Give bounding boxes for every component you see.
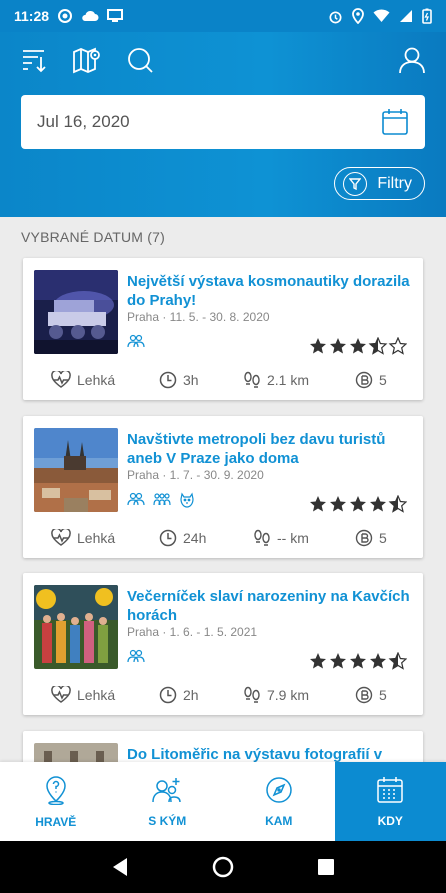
coin-icon xyxy=(355,371,373,389)
event-meta: Praha · 1. 6. - 1. 5. 2021 xyxy=(127,625,258,639)
heart-rate-icon xyxy=(51,371,71,388)
dog-icon xyxy=(180,492,194,508)
event-meta: Praha · 1. 7. - 30. 9. 2020 xyxy=(127,468,264,482)
event-thumbnail xyxy=(34,585,118,669)
bottom-navigation: HRAVĚ S KÝM KAM KDY xyxy=(0,762,446,841)
clock-icon xyxy=(159,529,177,547)
footprints-icon xyxy=(244,371,260,388)
difficulty-stat: Lehká xyxy=(51,686,115,704)
rating-stars xyxy=(309,495,407,513)
nav-item-kdy[interactable]: KDY xyxy=(334,762,446,841)
clock-icon xyxy=(159,371,177,389)
rating-stars xyxy=(309,337,407,355)
heart-rate-icon xyxy=(51,686,71,703)
section-title: VYBRANÉ DATUM (7) xyxy=(21,229,165,245)
distance-stat: 2.1 km xyxy=(243,371,309,389)
couple-icon xyxy=(127,334,145,348)
home-icon[interactable] xyxy=(212,856,234,878)
recents-icon[interactable] xyxy=(317,858,335,876)
search-icon[interactable] xyxy=(122,42,158,78)
distance-stat: 7.9 km xyxy=(243,686,309,704)
event-card[interactable]: Večerníček slaví narozeniny na Kavčích h… xyxy=(23,573,423,715)
app-header: Jul 16, 2020 Filtry xyxy=(0,32,446,217)
profile-icon[interactable] xyxy=(394,42,430,78)
back-icon[interactable] xyxy=(111,857,129,877)
event-title[interactable]: Večerníček slaví narozeniny na Kavčích h… xyxy=(127,587,412,625)
rating-stars xyxy=(309,652,407,670)
duration-stat: 3h xyxy=(159,371,199,389)
filters-label: Filtry xyxy=(377,174,412,192)
event-tags xyxy=(127,492,195,508)
couple-icon xyxy=(127,649,145,663)
cloud-icon xyxy=(82,10,99,21)
event-stats: Lehká 2h 7.9 km 5 xyxy=(23,675,423,715)
location-icon xyxy=(352,8,364,24)
sort-icon[interactable] xyxy=(16,42,52,78)
toolbar xyxy=(0,42,446,78)
duration-stat: 24h xyxy=(159,529,206,547)
couple-icon xyxy=(127,492,145,506)
count-stat: 5 xyxy=(355,686,387,704)
calendar-icon xyxy=(377,776,403,803)
event-thumbnail xyxy=(34,270,118,354)
family-icon xyxy=(153,493,171,506)
nav-item-s-kym[interactable]: S KÝM xyxy=(112,762,224,841)
duration-stat: 2h xyxy=(159,686,199,704)
event-card[interactable]: Navštivte metropoli bez davu turistů ane… xyxy=(23,416,423,558)
difficulty-stat: Lehká xyxy=(51,529,115,547)
event-stats: Lehká 3h 2.1 km 5 xyxy=(23,360,423,400)
footprints-icon xyxy=(244,686,260,703)
nav-item-hrave[interactable]: HRAVĚ xyxy=(0,762,112,841)
add-people-icon xyxy=(152,777,181,802)
event-tags xyxy=(127,334,145,348)
filter-funnel-icon xyxy=(343,171,368,196)
signal-icon xyxy=(400,10,412,22)
count-stat: 5 xyxy=(355,371,387,389)
event-title[interactable]: Navštivte metropoli bez davu turistů ane… xyxy=(127,430,412,468)
count-stat: 5 xyxy=(355,529,387,547)
coin-icon xyxy=(355,529,373,547)
status-time: 11:28 xyxy=(14,8,50,24)
compass-icon xyxy=(266,776,292,803)
battery-icon xyxy=(422,8,432,24)
event-stats: Lehká 24h -- km 5 xyxy=(23,518,423,558)
difficulty-stat: Lehká xyxy=(51,371,115,389)
event-tags xyxy=(127,649,145,663)
alarm-icon xyxy=(329,10,342,23)
status-bar: 11:28 xyxy=(0,0,446,32)
calendar-icon[interactable] xyxy=(381,108,409,136)
event-thumbnail xyxy=(34,428,118,512)
event-card[interactable]: Největší výstava kosmonautiky dorazila d… xyxy=(23,258,423,400)
spiral-notification-icon xyxy=(58,9,73,23)
map-icon[interactable] xyxy=(69,42,105,78)
heart-rate-icon xyxy=(51,529,71,546)
screen-cast-icon xyxy=(107,9,124,22)
map-pin-icon xyxy=(45,775,66,805)
date-value: Jul 16, 2020 xyxy=(37,112,130,131)
event-title[interactable]: Největší výstava kosmonautiky dorazila d… xyxy=(127,272,412,310)
date-picker-field[interactable]: Jul 16, 2020 xyxy=(21,95,425,149)
footprints-icon xyxy=(254,529,270,546)
system-navigation-bar xyxy=(0,841,446,893)
event-meta: Praha · 11. 5. - 30. 8. 2020 xyxy=(127,310,270,324)
coin-icon xyxy=(355,686,373,704)
filters-button[interactable]: Filtry xyxy=(334,167,425,200)
wifi-icon xyxy=(373,9,390,22)
nav-item-kam[interactable]: KAM xyxy=(223,762,335,841)
distance-stat: -- km xyxy=(253,529,309,547)
clock-icon xyxy=(159,686,177,704)
